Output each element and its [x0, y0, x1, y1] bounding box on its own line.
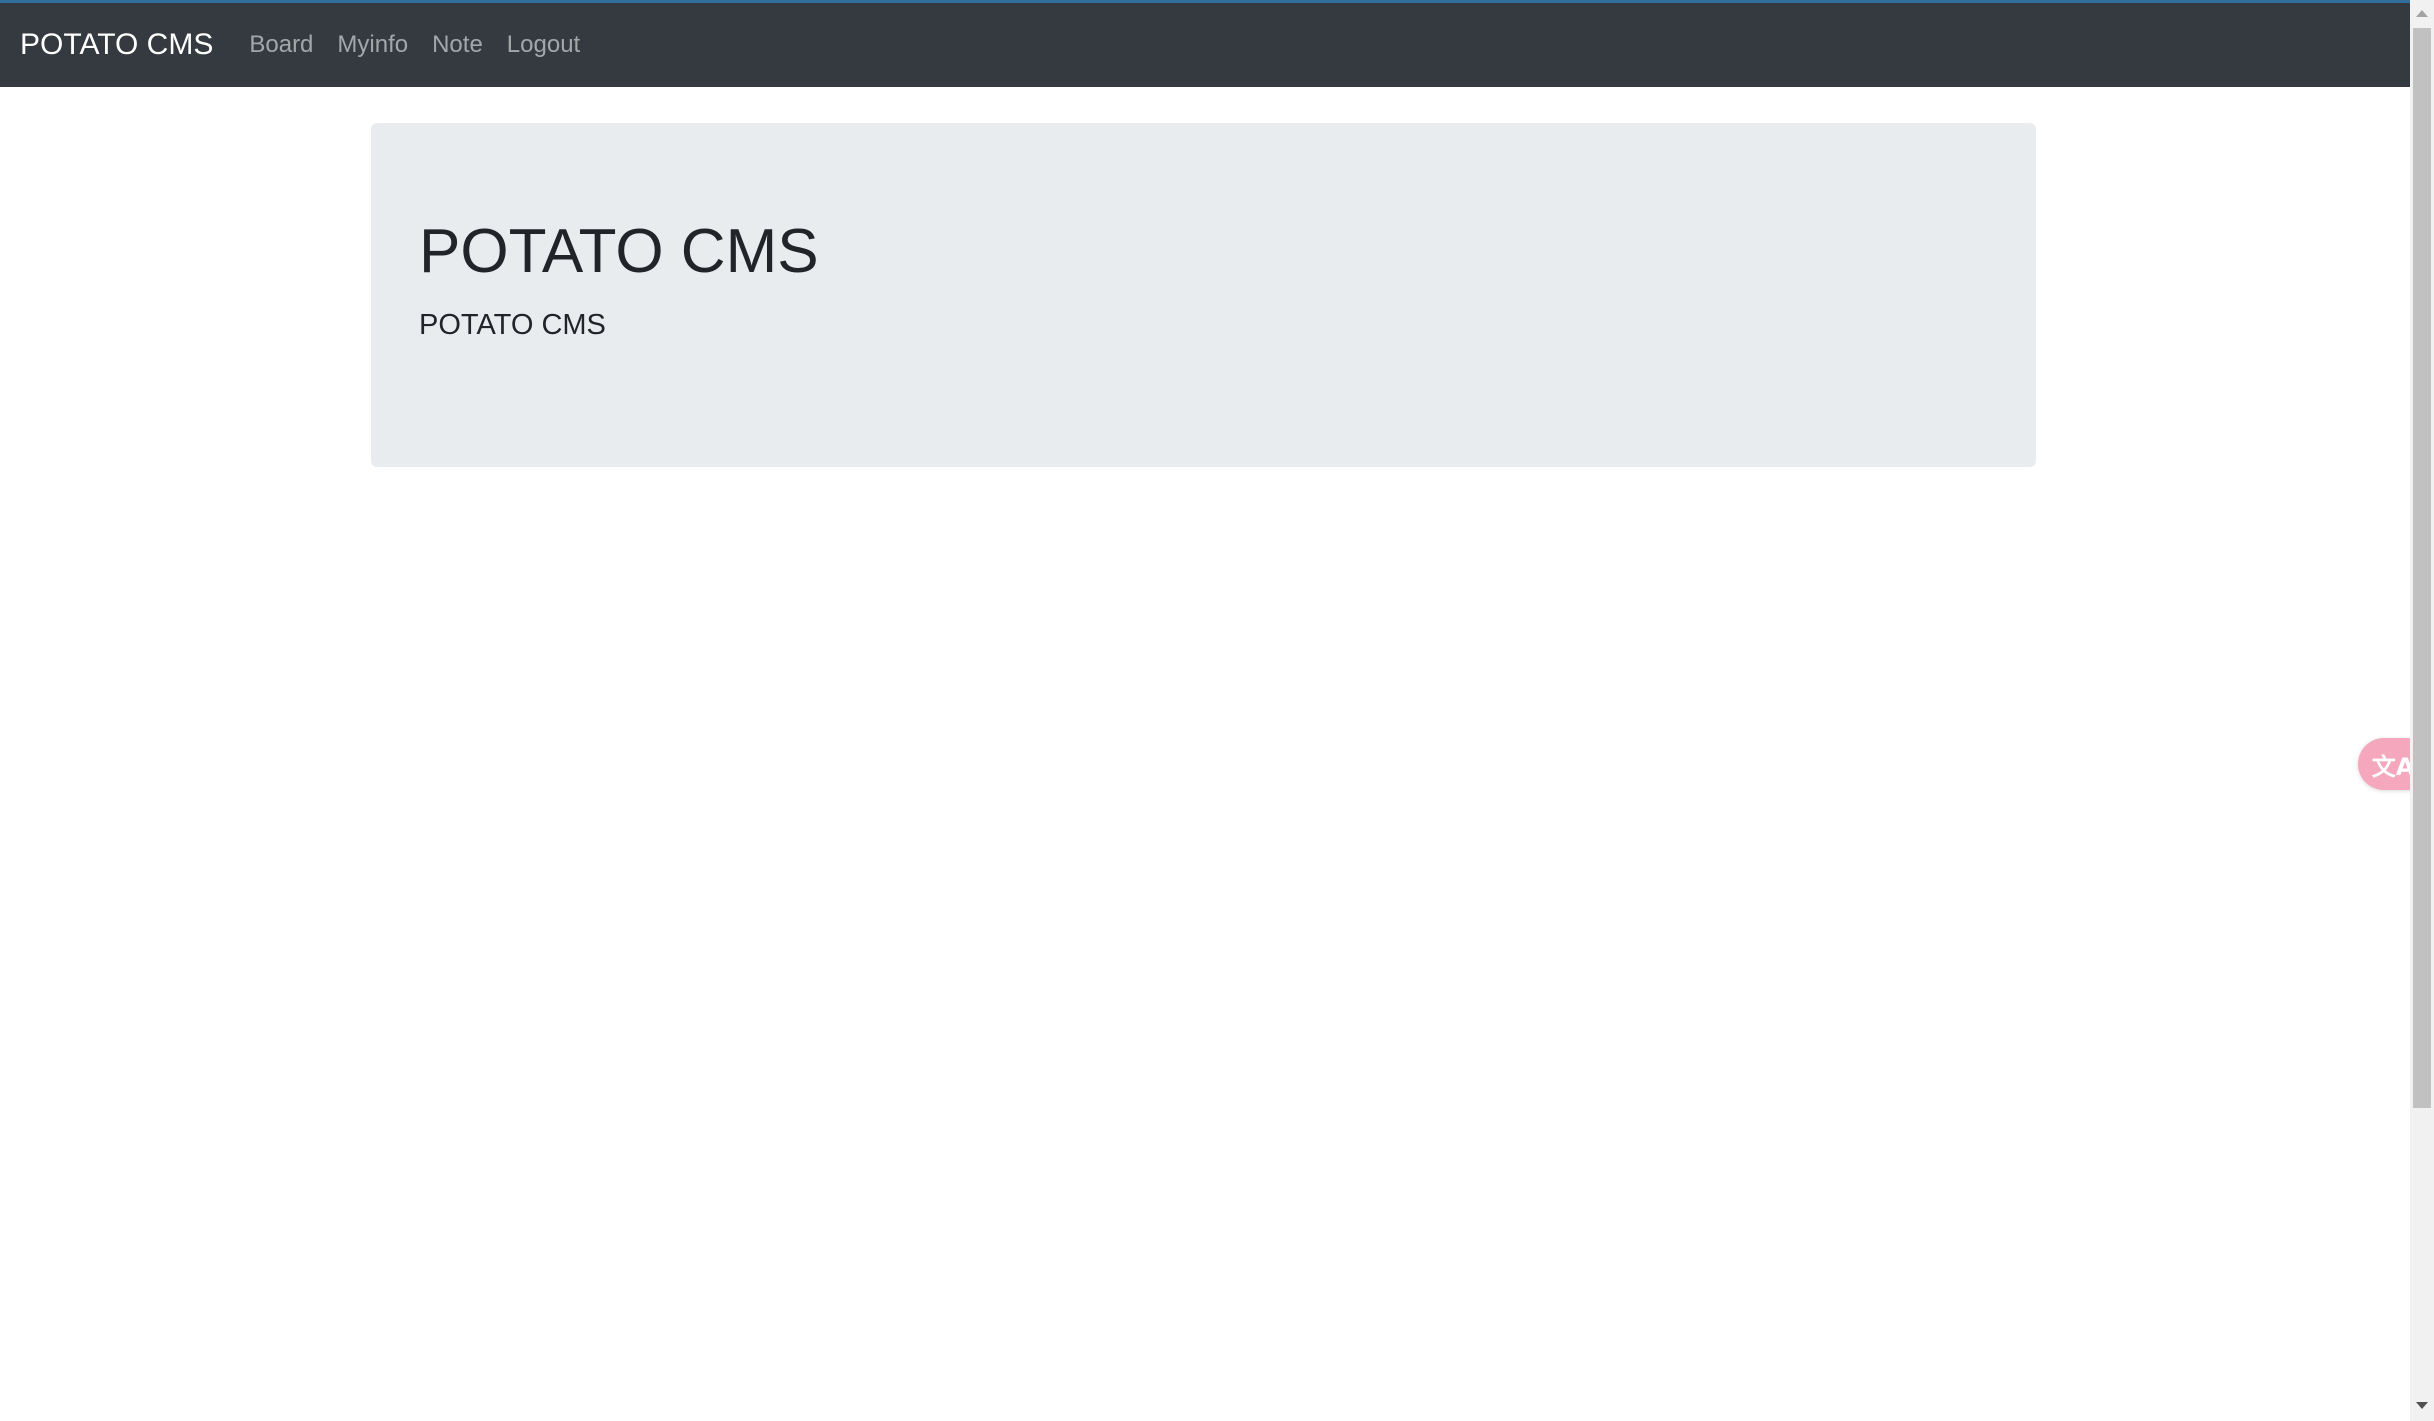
- navbar-brand[interactable]: POTATO CMS: [20, 28, 213, 62]
- navbar: POTATO CMS Board Myinfo Note Logout: [0, 3, 2410, 87]
- translate-icon: 文A: [2371, 752, 2415, 781]
- nav-link-note[interactable]: Note: [420, 31, 495, 59]
- scroll-down-arrow-icon[interactable]: [2416, 1402, 2428, 1409]
- nav-link-myinfo[interactable]: Myinfo: [325, 31, 420, 59]
- translate-button[interactable]: 文A: [2358, 738, 2418, 790]
- jumbotron: POTATO CMS POTATO CMS: [371, 123, 2036, 467]
- page: POTATO CMS Board Myinfo Note Logout POTA…: [0, 0, 2434, 1421]
- scroll-up-arrow-icon[interactable]: [2416, 10, 2428, 17]
- scroll-thumb[interactable]: [2413, 28, 2431, 1108]
- nav-link-logout[interactable]: Logout: [495, 31, 592, 59]
- nav-link-board[interactable]: Board: [229, 31, 325, 59]
- page-lead: POTATO CMS: [419, 309, 606, 341]
- page-title: POTATO CMS: [419, 217, 819, 286]
- vertical-scrollbar[interactable]: [2410, 0, 2434, 1421]
